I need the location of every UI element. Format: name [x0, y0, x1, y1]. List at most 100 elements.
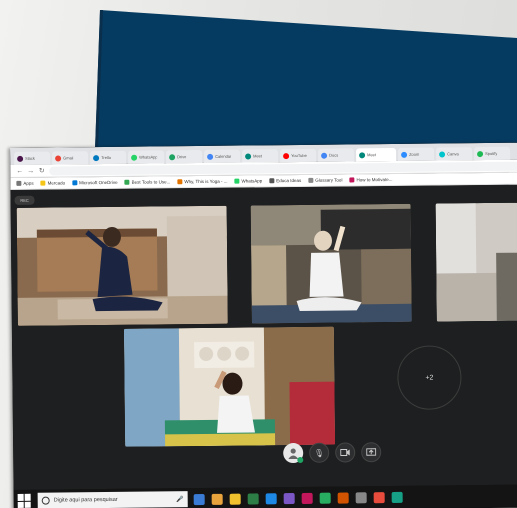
tab-label: Meet: [367, 152, 377, 158]
bookmark-item[interactable]: Apps: [16, 180, 34, 186]
tab-label: Trello: [101, 154, 111, 161]
self-avatar[interactable]: [283, 442, 304, 464]
microphone-icon[interactable]: 🎤: [176, 496, 184, 503]
bookmark-label: Educa Ideas: [276, 177, 302, 184]
taskbar-app-icon[interactable]: [355, 491, 367, 503]
tab-label: Drive: [177, 154, 187, 160]
browser-tab[interactable]: Canva: [436, 147, 473, 161]
bookmark-icon: [269, 178, 275, 184]
photo-scene: Slack Gmail Trello WhatsApp Drive Calendar Mee…: [0, 0, 517, 508]
bookmark-item[interactable]: Educa Ideas: [269, 177, 302, 184]
tab-label: Docs: [329, 152, 339, 158]
camera-button[interactable]: [335, 442, 356, 463]
tab-favicon-icon: [55, 154, 62, 162]
back-icon[interactable]: ←: [16, 167, 23, 174]
browser-tab[interactable]: Spotify: [474, 146, 511, 161]
taskbar-app-icon[interactable]: [337, 491, 349, 504]
tab-label: Canva: [447, 151, 459, 157]
browser-tab[interactable]: YouTube: [280, 148, 317, 163]
tab-favicon-icon: [359, 151, 366, 158]
status-dot: [297, 456, 304, 464]
bookmark-label: Glossary Tool: [315, 177, 343, 183]
browser-tab[interactable]: Gmail: [52, 151, 89, 165]
tab-label: Spotify: [485, 150, 498, 157]
forward-icon[interactable]: →: [27, 167, 34, 174]
tab-label: YouTube: [291, 152, 307, 159]
bookmark-item[interactable]: Best Tools to Use...: [124, 179, 171, 185]
present-icon: [366, 447, 377, 456]
bookmark-icon: [72, 180, 78, 186]
bookmark-label: Apps: [23, 180, 34, 186]
taskbar-app-icon[interactable]: [229, 493, 241, 505]
taskbar-app-icon[interactable]: [211, 493, 223, 505]
tab-favicon-icon: [401, 151, 408, 158]
bookmark-icon: [16, 180, 22, 186]
camera-icon: [340, 448, 350, 457]
bookmark-icon: [308, 177, 314, 183]
participant-tile[interactable]: [435, 202, 517, 322]
bookmark-label: WhatsApp: [241, 178, 263, 184]
tab-label: Slack: [25, 155, 35, 161]
bookmark-icon: [40, 180, 46, 186]
taskbar-app-icon[interactable]: [265, 492, 277, 504]
browser-tab[interactable]: Zoom: [398, 147, 435, 161]
taskbar-search[interactable]: Digite aqui para pesquisar 🎤: [37, 491, 188, 508]
bookmark-item[interactable]: WhatsApp: [234, 178, 263, 184]
bookmark-label: Why, This is Yoga - ...: [184, 178, 228, 185]
participant-tile[interactable]: [250, 203, 412, 324]
taskbar-app-icon[interactable]: [319, 492, 331, 504]
taskbar-app-icon[interactable]: [373, 491, 385, 503]
tab-favicon-icon: [169, 153, 176, 160]
tab-favicon-icon: [283, 152, 290, 159]
bookmark-item[interactable]: How to Motivate...: [349, 176, 393, 183]
bookmark-item[interactable]: Microsoft OneDrive: [72, 179, 118, 186]
tab-favicon-icon: [93, 154, 100, 161]
participant-tile[interactable]: [123, 326, 336, 447]
microphone-button[interactable]: 🎙: [309, 442, 330, 463]
bookmark-item[interactable]: Why, This is Yoga - ...: [177, 179, 227, 185]
bookmark-item[interactable]: Mercado: [40, 180, 66, 186]
cortana-icon: [41, 496, 50, 505]
browser-tab[interactable]: Meet: [242, 149, 279, 163]
participant-video: [123, 326, 336, 447]
bookmark-label: Mercado: [47, 180, 66, 186]
browser-tab[interactable]: Calendar: [204, 149, 241, 163]
reload-icon[interactable]: ↻: [38, 167, 45, 175]
bookmark-item[interactable]: Glossary Tool: [308, 178, 342, 183]
bookmark-label: Microsoft OneDrive: [79, 179, 118, 186]
browser-tab[interactable]: Slack: [14, 151, 51, 165]
taskbar-app-icon[interactable]: [391, 491, 403, 503]
taskbar-app-icon[interactable]: [247, 492, 259, 505]
more-participants-indicator[interactable]: +2: [397, 345, 462, 410]
taskbar-app-icon[interactable]: [193, 493, 205, 505]
tab-label: Zoom: [409, 151, 420, 157]
tab-label: Meet: [253, 153, 263, 159]
participant-tile[interactable]: [16, 205, 228, 326]
bookmark-icon: [124, 179, 130, 185]
browser-tab[interactable]: WhatsApp: [128, 150, 165, 164]
tab-favicon-icon: [207, 153, 214, 160]
taskbar-app-icon[interactable]: [283, 492, 295, 504]
tab-favicon-icon: [131, 154, 138, 161]
bookmark-icon: [349, 177, 355, 183]
participant-video: [16, 205, 228, 326]
browser-tab[interactable]: Meet: [356, 147, 397, 162]
tab-label: WhatsApp: [139, 154, 158, 160]
tab-favicon-icon: [439, 150, 446, 158]
tab-label: Gmail: [63, 155, 74, 161]
participant-video: [435, 202, 517, 322]
tab-favicon-icon: [245, 152, 252, 160]
taskbar-app-icon[interactable]: [301, 492, 313, 504]
bookmark-label: How to Motivate...: [356, 176, 393, 183]
call-controls: 🎙: [283, 442, 382, 464]
tab-favicon-icon: [321, 152, 328, 159]
bookmark-label: Best Tools to Use...: [131, 179, 171, 185]
windows-start-icon[interactable]: [17, 493, 32, 508]
browser-tab[interactable]: Docs: [318, 148, 355, 162]
browser-tab[interactable]: Drive: [166, 149, 203, 164]
tab-favicon-icon: [477, 150, 484, 157]
laptop-screen: Slack Gmail Trello WhatsApp Drive Calendar Mee…: [10, 142, 517, 508]
present-button[interactable]: [361, 442, 382, 463]
browser-tab[interactable]: Trello: [90, 150, 127, 165]
bookmark-icon: [234, 178, 240, 184]
